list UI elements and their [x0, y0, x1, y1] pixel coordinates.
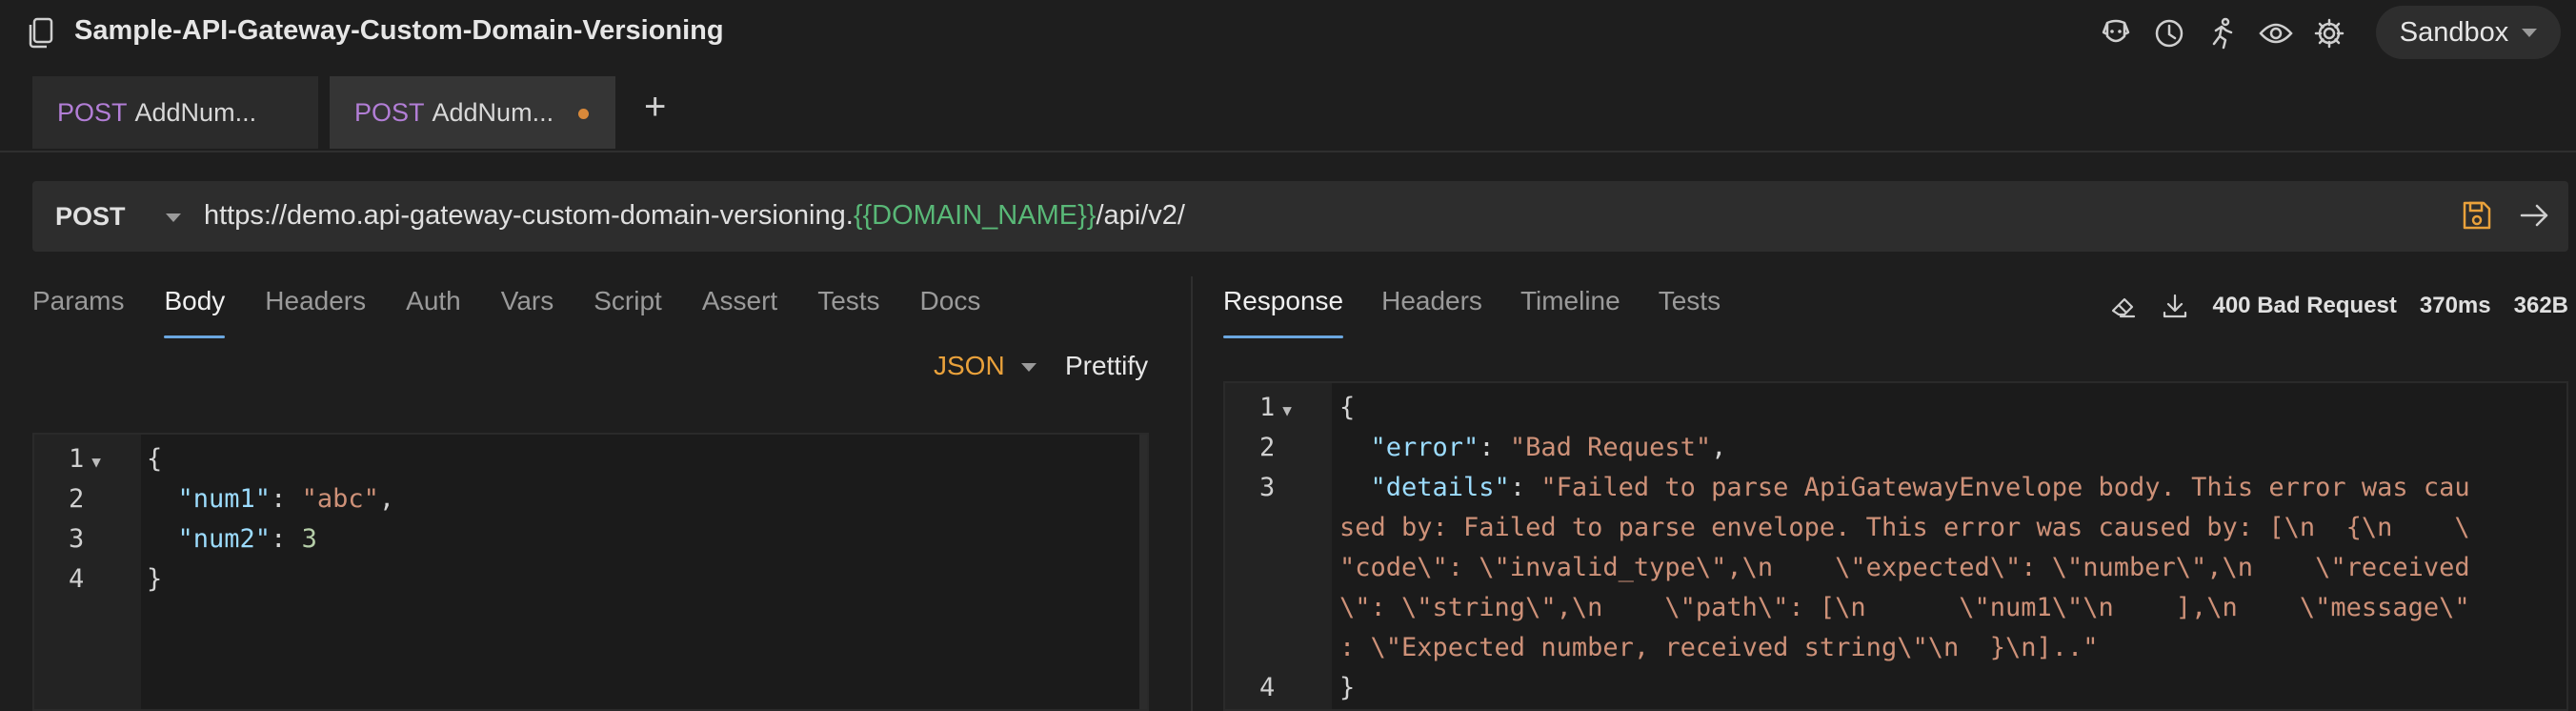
tab-assert[interactable]: Assert — [702, 286, 777, 339]
header-icons — [2096, 13, 2349, 53]
tab-method: POST — [57, 97, 128, 127]
collection-icon — [29, 17, 53, 49]
code-line-wrap: \": \"string\",\n \"path\": [\n \"num1\"… — [1339, 593, 2470, 622]
code-line: } — [147, 564, 163, 594]
code-line-wrap: : \"Expected number, received string\"\n… — [1339, 633, 2099, 662]
tab-method: POST — [354, 97, 425, 127]
chevron-down-icon[interactable] — [1021, 363, 1036, 372]
tab-headers[interactable]: Headers — [265, 286, 366, 339]
tab-script[interactable]: Script — [594, 286, 662, 339]
tab-docs[interactable]: Docs — [920, 286, 981, 339]
method-selector[interactable]: POST — [55, 202, 126, 232]
response-time: 370ms — [2419, 293, 2491, 318]
line-gutter: 1 ▼ 2 3 4 — [1225, 383, 1332, 709]
line-gutter: 1 ▼ 2 3 4 — [34, 435, 141, 709]
status-code: 400 Bad Request — [2212, 293, 2397, 318]
response-status-bar: 400 Bad Request 370ms 362B — [2109, 292, 2568, 320]
collection-title: Sample-API-Gateway-Custom-Domain-Version… — [74, 15, 724, 46]
line-number: 2 — [1259, 433, 1276, 462]
response-viewer: 1 ▼ 2 3 4 { "error": "Bad Request", "deta… — [1223, 381, 2568, 711]
code-line-wrap: "code\": \"invalid_type\",\n \"expected\… — [1339, 553, 2470, 582]
line-number: 2 — [69, 484, 85, 514]
url-suffix: /api/v2/ — [1096, 200, 1185, 231]
code-line: } — [1339, 673, 1356, 702]
new-tab-button[interactable]: + — [644, 88, 666, 126]
eraser-icon[interactable] — [2109, 292, 2138, 320]
tab-name: AddNum... — [432, 97, 554, 127]
pane-divider[interactable] — [1191, 276, 1193, 711]
dog-icon[interactable] — [2096, 13, 2136, 53]
url-input[interactable]: https://demo.api-gateway-custom-domain-v… — [204, 200, 1185, 232]
code-line: "details": "Failed to parse ApiGatewayEn… — [1370, 473, 2470, 502]
request-tabs-bar: POST AddNum... POST AddNum... + — [0, 74, 2576, 152]
tab-vars[interactable]: Vars — [501, 286, 554, 339]
save-icon[interactable] — [2460, 198, 2494, 233]
code-line: { — [1339, 393, 1356, 422]
request-tab[interactable]: POST AddNum... — [32, 76, 318, 149]
clock-icon[interactable] — [2149, 13, 2189, 53]
top-bar: Sample-API-Gateway-Custom-Domain-Version… — [0, 0, 2576, 67]
tab-response-tests[interactable]: Tests — [1659, 286, 1721, 339]
code-line: "num1": "abc", — [177, 484, 395, 514]
line-number: 3 — [69, 524, 85, 554]
send-arrow-icon[interactable] — [2517, 198, 2551, 233]
code-line-wrap: sed by: Failed to parse envelope. This e… — [1339, 513, 2470, 542]
request-tab-active[interactable]: POST AddNum... — [330, 76, 615, 149]
tab-response[interactable]: Response — [1223, 286, 1344, 339]
gear-icon[interactable] — [2309, 13, 2349, 53]
line-number: 4 — [69, 564, 85, 594]
response-section-tabs: Response Headers Timeline Tests — [1223, 286, 1721, 343]
chevron-down-icon — [2522, 28, 2538, 37]
url-variable: {{DOMAIN_NAME}} — [853, 200, 1097, 231]
chevron-down-icon[interactable] — [166, 213, 181, 222]
line-number: 1 ▼ — [1259, 393, 1292, 422]
tab-name: AddNum... — [134, 97, 257, 127]
tab-tests[interactable]: Tests — [817, 286, 879, 339]
scrollbar[interactable] — [1139, 435, 1147, 709]
runner-icon[interactable] — [2203, 13, 2243, 53]
line-number: 4 — [1259, 673, 1276, 702]
environment-label: Sandbox — [2399, 16, 2509, 48]
tab-auth[interactable]: Auth — [406, 286, 461, 339]
code-line: "num2": 3 — [177, 524, 317, 554]
url-prefix: https://demo.api-gateway-custom-domain-v… — [204, 200, 854, 231]
response-size: 362B — [2513, 293, 2568, 318]
request-section-tabs: Params Body Headers Auth Vars Script Ass… — [32, 286, 980, 343]
fold-icon: ▼ — [91, 453, 101, 471]
url-bar: POST https://demo.api-gateway-custom-dom… — [32, 181, 2568, 252]
download-icon[interactable] — [2161, 292, 2189, 320]
eye-icon[interactable] — [2256, 13, 2296, 53]
code-line: { — [147, 444, 163, 474]
unsaved-indicator — [578, 109, 589, 119]
tab-body[interactable]: Body — [164, 286, 225, 339]
fold-icon: ▼ — [1282, 401, 1292, 419]
body-editor[interactable]: 1 ▼ 2 3 4 { "num1": "abc", "num2": 3 } — [32, 433, 1149, 711]
tab-response-headers[interactable]: Headers — [1381, 286, 1482, 339]
prettify-button[interactable]: Prettify — [1065, 351, 1148, 381]
line-number: 1 ▼ — [69, 444, 101, 474]
environment-selector[interactable]: Sandbox — [2376, 6, 2561, 59]
line-number: 3 — [1259, 473, 1276, 502]
tab-params[interactable]: Params — [32, 286, 124, 339]
body-mode-selector[interactable]: JSON — [934, 351, 1005, 381]
code-line: "error": "Bad Request", — [1370, 433, 1727, 462]
tab-timeline[interactable]: Timeline — [1520, 286, 1620, 339]
